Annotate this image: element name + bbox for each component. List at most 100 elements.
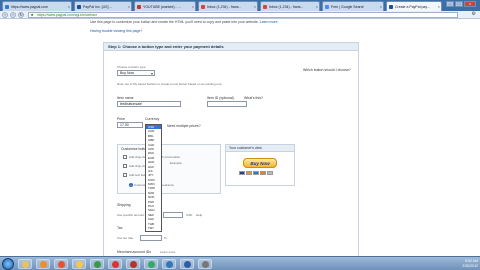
option-checkbox[interactable] [123, 173, 127, 177]
minimize-button[interactable]: – [446, 1, 454, 7]
note-text: Note: Go to My saved buttons to create a… [117, 82, 223, 86]
option-checkbox[interactable] [123, 164, 127, 168]
close-tab-icon[interactable]: × [128, 4, 130, 9]
browser-tab[interactable]: Free | Google Search × [322, 1, 384, 11]
customize-button-box: Customize button Add drop-down menu with… [117, 144, 221, 194]
amex-icon [253, 171, 259, 175]
tab-title: PayPal Inc. [US] ... [83, 4, 113, 9]
filezilla-icon [129, 260, 137, 268]
currency-option[interactable]: USD [146, 230, 161, 231]
browser-tab[interactable]: PayPal Inc. [US] ... × [74, 1, 132, 11]
item-id-input[interactable] [207, 101, 247, 107]
learn-more-link[interactable]: Learn more [260, 20, 278, 24]
shipping-text: Use specific amount: [117, 213, 145, 217]
shipping-help-link[interactable]: Help [196, 213, 202, 217]
chrome-icon [93, 260, 101, 268]
taskbar-app-button[interactable] [162, 259, 176, 269]
button-type-label: Choose a button type [117, 65, 146, 69]
app-icon-4 [201, 260, 209, 268]
favicon-icon [137, 4, 141, 9]
tab-title: Create a PayPal pay... [395, 4, 430, 9]
close-tab-icon[interactable]: × [68, 4, 70, 9]
tab-title: Free | Google Search [331, 4, 365, 9]
shipping-input[interactable] [163, 212, 183, 218]
customer-view-title: Your customer's view [226, 145, 294, 152]
option-checkbox[interactable] [123, 155, 127, 159]
item-name-input[interactable]: testbuttonsale [117, 101, 181, 107]
taskbar-app-button[interactable] [72, 259, 86, 269]
windows-taskbar: 5:52 AM 2/30/2012 [0, 256, 480, 270]
browser-tab[interactable]: YOUTUBE (wanted) - ... × [134, 1, 196, 11]
trouble-viewing-link[interactable]: Having trouble viewing this page? [90, 29, 142, 33]
firefox-icon [57, 260, 65, 268]
buy-now-button[interactable]: Buy Now [243, 158, 277, 168]
back-button[interactable]: ‹ [2, 12, 8, 18]
customer-view-box: Your customer's view Buy Now [225, 144, 295, 186]
card-logos [239, 171, 273, 175]
shipping-currency: USD [186, 213, 193, 217]
system-clock[interactable]: 5:52 AM 2/30/2012 [462, 259, 478, 269]
taskbar-app-button[interactable] [144, 259, 158, 269]
close-tab-icon[interactable]: × [316, 4, 318, 9]
browser-toolbar: ‹ › ↻ ■ https://www.paypal.com/cgi-bin/w… [0, 11, 480, 19]
button-type-select[interactable]: Buy Now [117, 70, 155, 76]
favicon-icon [389, 4, 393, 9]
word-icon [183, 260, 191, 268]
whats-this-link[interactable]: What's this? [244, 96, 263, 100]
close-tab-icon[interactable]: × [438, 4, 440, 9]
currency-dropdown-list[interactable]: USD AUD BRL GBP CAD CZK DKK EUR HKD HUF ILS JPY MYR M… [145, 124, 162, 232]
close-tab-icon[interactable]: × [254, 4, 256, 9]
favicon-icon [77, 4, 81, 9]
option-label: Add text field [129, 173, 147, 177]
address-bar[interactable]: ■ https://www.paypal.com/cgi-bin/webscr [28, 12, 458, 18]
close-tab-icon[interactable]: × [380, 4, 382, 9]
price-input[interactable]: 17.00 [117, 122, 143, 128]
shipping-label: Shipping [117, 203, 131, 207]
discover-icon [260, 171, 266, 175]
merchant-learn-more-link[interactable]: Learn more [160, 250, 175, 254]
tab-title: Inbox (1,234) - frans... [207, 4, 242, 9]
taskbar-app-button[interactable] [36, 259, 50, 269]
browser-tab-active[interactable]: Create a PayPal pay... × [386, 1, 442, 11]
item-id-label: Item ID (optional) [207, 96, 234, 100]
close-window-button[interactable]: × [464, 1, 476, 7]
favicon-icon [325, 4, 329, 9]
intro-text: Use this page to customize your button a… [90, 20, 278, 24]
reload-button[interactable]: ↻ [18, 12, 24, 18]
tab-title: YOUTUBE (wanted) - ... [143, 4, 181, 9]
mastercard-icon [246, 171, 252, 175]
taskbar-app-button[interactable] [18, 259, 32, 269]
button-type-value: Buy Now [120, 71, 135, 75]
browser-tab[interactable]: Inbox (1,234) - frans... × [198, 1, 258, 11]
tax-label: Tax [117, 226, 123, 230]
lock-icon: ■ [31, 13, 34, 17]
forward-button[interactable]: › [10, 12, 16, 18]
item-name-value: testbuttonsale [120, 102, 142, 106]
need-multiple-prices-link[interactable]: Need multiple prices? [167, 124, 201, 128]
visa-icon [239, 171, 245, 175]
taskbar-app-button[interactable] [180, 259, 194, 269]
taskbar-app-button[interactable] [108, 259, 122, 269]
maximize-button[interactable]: □ [455, 1, 463, 7]
merchant-ids-label: Merchant account IDs [117, 250, 152, 254]
arrow-icon: › [129, 183, 133, 187]
taskbar-app-button[interactable] [54, 259, 68, 269]
start-button[interactable] [2, 258, 14, 270]
taskbar-app-button[interactable] [126, 259, 140, 269]
which-button-link[interactable]: Which button should I choose? [303, 68, 351, 72]
browser-tab[interactable]: https://www.paypal.com × [2, 1, 72, 11]
tax-text: Use tax rate [117, 236, 134, 240]
wrench-menu-icon[interactable]: ⚙ [472, 12, 476, 17]
price-label: Price [117, 117, 125, 121]
favicon-icon [263, 4, 267, 9]
step-1-header[interactable]: Step 1: Choose a button type and enter y… [104, 43, 358, 51]
bank-icon [267, 171, 273, 175]
close-tab-icon[interactable]: × [192, 4, 194, 9]
example-link[interactable]: Example [170, 161, 182, 165]
browser-tab[interactable]: Inbox (1,234) - frans... × [260, 1, 320, 11]
tax-input[interactable] [140, 235, 162, 241]
favicon-icon [201, 4, 205, 9]
favicon-icon [5, 4, 9, 9]
taskbar-app-button[interactable] [198, 259, 212, 269]
taskbar-app-button[interactable] [90, 259, 104, 269]
